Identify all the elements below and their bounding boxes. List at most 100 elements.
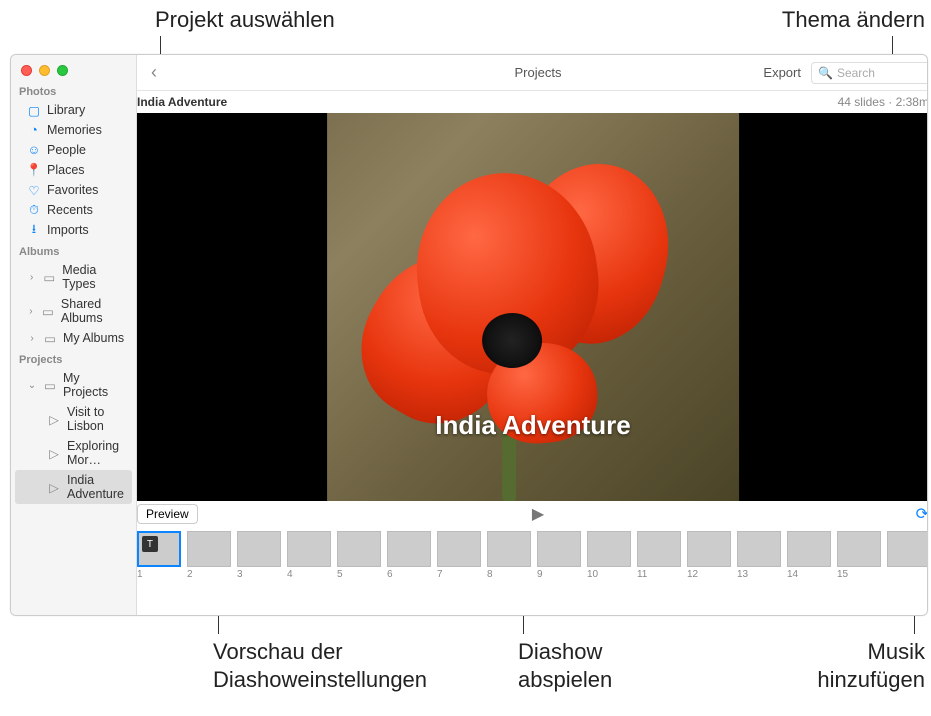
memories-icon: ◔	[27, 123, 41, 137]
folder-icon: ▭	[43, 378, 57, 392]
sidebar-item-label: My Albums	[63, 331, 124, 345]
thumbnail[interactable]: T 1	[137, 531, 181, 580]
thumbnail[interactable]: 13	[737, 531, 781, 580]
callout-music-l2: hinzufügen	[817, 667, 925, 692]
close-window-button[interactable]	[21, 65, 32, 76]
thumb-number: 14	[787, 569, 831, 580]
thumb-number: 4	[287, 569, 331, 580]
thumbnail[interactable]: 12	[687, 531, 731, 580]
sidebar-item-memories[interactable]: ◔ Memories	[11, 120, 136, 140]
callout-play-l1: Diashow	[518, 639, 602, 664]
chevron-right-icon: ›	[27, 333, 37, 344]
sidebar-item-label: Library	[47, 103, 85, 117]
thumb-number: 12	[687, 569, 731, 580]
thumb-number: 2	[187, 569, 231, 580]
sidebar-item-recents[interactable]: ⏱ Recents	[11, 200, 136, 220]
callout-music-l1: Musik	[868, 639, 925, 664]
app-window: Photos ▢ Library ◔ Memories ☺ People 📍 P…	[10, 54, 928, 616]
callout-add-music: Musik hinzufügen	[817, 638, 925, 693]
sidebar-item-label: Recents	[47, 203, 93, 217]
thumbnail[interactable]: 3	[237, 531, 281, 580]
sidebar-item-my-projects[interactable]: ⌄ ▭ My Projects	[11, 368, 136, 402]
sidebar-item-label: Visit to Lisbon	[67, 405, 128, 433]
thumbnail[interactable]: 2	[187, 531, 231, 580]
sidebar-project-india[interactable]: ▷ India Adventure	[15, 470, 132, 504]
sidebar-header-photos: Photos	[11, 80, 136, 100]
callout-play-l2: abspielen	[518, 667, 612, 692]
thumbnail[interactable]: 10	[587, 531, 631, 580]
project-meta: 44 slides · 2:38m	[838, 95, 928, 109]
callout-preview-settings-l2: Diashoweinstellungen	[213, 667, 427, 692]
callout-change-theme: Thema ändern	[782, 6, 925, 34]
thumbnail[interactable]: 8	[487, 531, 531, 580]
sidebar-item-places[interactable]: 📍 Places	[11, 160, 136, 180]
sidebar-item-media-types[interactable]: › ▭ Media Types	[11, 260, 136, 294]
thumb-number: 5	[337, 569, 381, 580]
play-button[interactable]: ▶	[532, 504, 544, 524]
thumbnail-strip[interactable]: T 1 2 3 4 5 6 7 8 9 10 11 12 13 14 15	[137, 525, 928, 586]
callout-play-slideshow: Diashow abspielen	[518, 638, 612, 693]
thumbnail[interactable]: 11	[637, 531, 681, 580]
sidebar-item-label: Favorites	[47, 183, 98, 197]
sidebar-item-label: India Adventure	[67, 473, 124, 501]
slideshow-canvas[interactable]: India Adventure	[137, 113, 928, 501]
sidebar-item-shared-albums[interactable]: › ▭ Shared Albums	[11, 294, 136, 328]
thumb-number: 7	[437, 569, 481, 580]
sidebar-item-imports[interactable]: ⭳ Imports	[11, 220, 136, 240]
content: ‹ Projects Export 🔍 Search India Adventu…	[137, 55, 928, 615]
chevron-right-icon: ›	[27, 306, 35, 317]
sidebar-header-albums: Albums	[11, 240, 136, 260]
heart-icon: ♡	[27, 183, 41, 197]
sidebar-item-label: Shared Albums	[61, 297, 128, 325]
minimize-window-button[interactable]	[39, 65, 50, 76]
people-icon: ☺	[27, 143, 41, 157]
project-name: India Adventure	[137, 95, 227, 109]
sidebar-item-label: Places	[47, 163, 85, 177]
library-icon: ▢	[27, 103, 41, 117]
callout-select-project: Projekt auswählen	[155, 6, 335, 34]
folder-icon: ▭	[43, 331, 57, 345]
thumb-number: 3	[237, 569, 281, 580]
loop-button[interactable]: ⟳	[916, 504, 928, 524]
thumb-number: 1	[137, 569, 181, 580]
slide-image	[327, 113, 739, 501]
slideshow-icon: ▷	[47, 480, 61, 494]
sidebar-item-favorites[interactable]: ♡ Favorites	[11, 180, 136, 200]
toolbar-title: Projects	[137, 65, 928, 80]
thumb-number: 13	[737, 569, 781, 580]
sidebar-project-lisbon[interactable]: ▷ Visit to Lisbon	[11, 402, 136, 436]
maximize-window-button[interactable]	[57, 65, 68, 76]
sidebar-item-label: Imports	[47, 223, 89, 237]
thumb-number: 8	[487, 569, 531, 580]
preview-button[interactable]: Preview	[137, 504, 198, 524]
chevron-down-icon: ⌄	[27, 380, 37, 391]
thumbnail[interactable]: 15	[837, 531, 881, 580]
thumbnail[interactable]	[887, 531, 928, 580]
thumbnail[interactable]: 5	[337, 531, 381, 580]
sidebar-project-exploring[interactable]: ▷ Exploring Mor…	[11, 436, 136, 470]
download-icon: ⭳	[27, 223, 41, 237]
thumb-number: 9	[537, 569, 581, 580]
slide-title: India Adventure	[137, 410, 928, 441]
sidebar-item-label: People	[47, 143, 86, 157]
folder-icon: ▭	[42, 270, 56, 284]
thumbnail[interactable]: 6	[387, 531, 431, 580]
slideshow-icon: ▷	[47, 446, 61, 460]
sidebar-item-label: Exploring Mor…	[67, 439, 128, 467]
sidebar-item-library[interactable]: ▢ Library	[11, 100, 136, 120]
thumb-number: 10	[587, 569, 631, 580]
thumbnail[interactable]: 7	[437, 531, 481, 580]
callout-preview-settings-l1: Vorschau der	[213, 639, 343, 664]
sidebar-item-my-albums[interactable]: › ▭ My Albums	[11, 328, 136, 348]
places-icon: 📍	[27, 163, 41, 177]
thumb-number: 15	[837, 569, 881, 580]
thumbnail[interactable]: 14	[787, 531, 831, 580]
title-slide-badge: T	[142, 536, 158, 552]
main-area: ‹ Projects Export 🔍 Search India Adventu…	[137, 55, 928, 615]
toolbar: ‹ Projects Export 🔍 Search	[137, 55, 928, 91]
clock-icon: ⏱	[27, 203, 41, 217]
chevron-right-icon: ›	[27, 272, 36, 283]
thumbnail[interactable]: 4	[287, 531, 331, 580]
thumbnail[interactable]: 9	[537, 531, 581, 580]
sidebar-item-people[interactable]: ☺ People	[11, 140, 136, 160]
